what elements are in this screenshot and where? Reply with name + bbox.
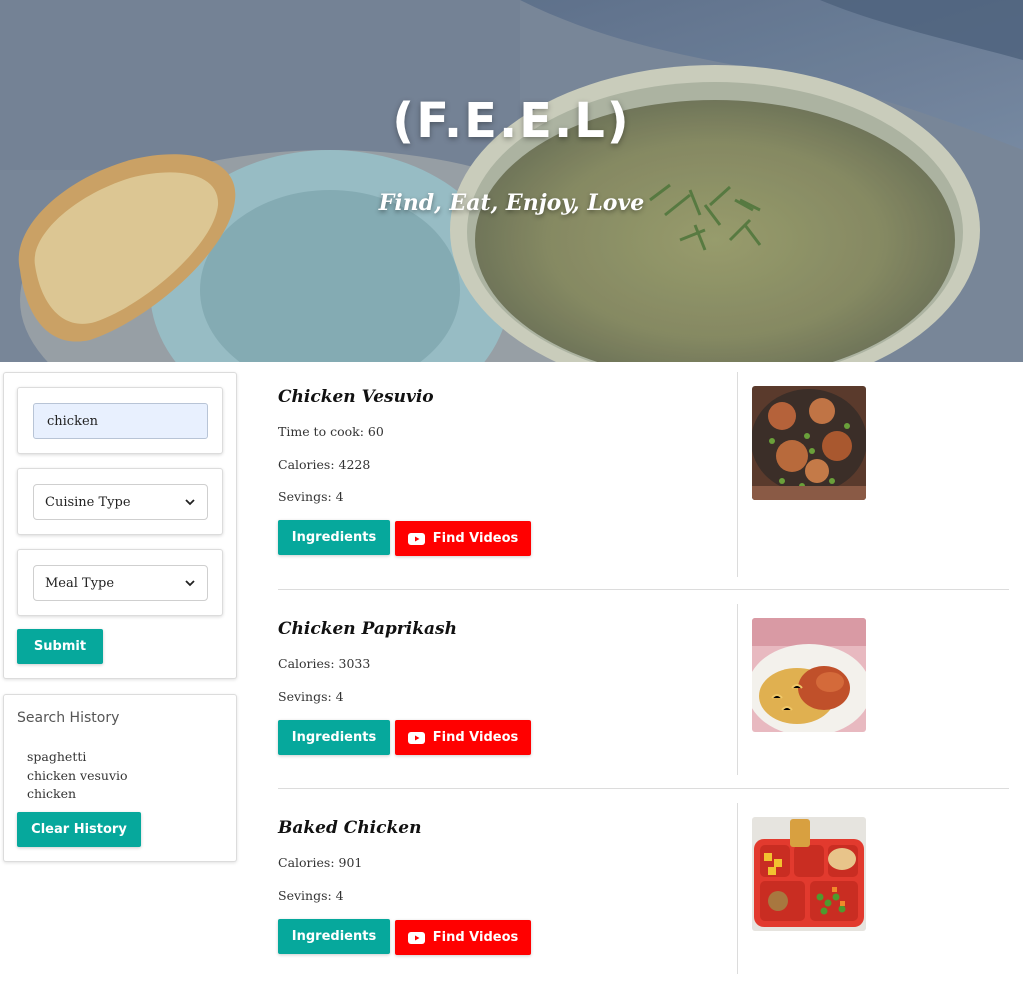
clear-history-button[interactable]: Clear History <box>17 812 141 847</box>
search-input[interactable]: chicken <box>33 403 208 439</box>
youtube-icon <box>407 532 425 545</box>
chicken-paprikash-photo-art <box>752 618 866 732</box>
hero-banner: (F.E.E.L) Find, Eat, Enjoy, Love <box>0 0 1023 362</box>
recipe-title: Chicken Vesuvio <box>278 387 434 407</box>
recipe-card: Chicken Paprikash Calories: 3033 Sevings… <box>278 604 1009 775</box>
recipe-calories: Calories: 4228 <box>278 457 371 472</box>
recipe-servings: Sevings: 4 <box>278 888 344 903</box>
recipe-servings: Sevings: 4 <box>278 689 344 704</box>
search-input-value: chicken <box>47 413 99 429</box>
recipe-divider <box>278 788 1009 789</box>
recipe-title: Chicken Paprikash <box>278 619 457 639</box>
find-videos-label: Find Videos <box>432 531 519 546</box>
history-item[interactable]: chicken vesuvio <box>27 767 128 786</box>
recipe-image-column <box>737 372 880 577</box>
recipe-cook-time: Time to cook: 60 <box>278 424 384 439</box>
history-item[interactable]: chicken <box>27 785 128 804</box>
search-history-list: spaghetti chicken vesuvio chicken <box>27 748 128 804</box>
meal-type-select[interactable]: Meal Type <box>33 565 208 601</box>
search-history-title: Search History <box>17 710 120 726</box>
cuisine-type-select[interactable]: Cuisine Type <box>33 484 208 520</box>
chevron-down-icon <box>185 580 195 587</box>
youtube-icon <box>407 731 425 744</box>
recipe-card: Baked Chicken Calories: 901 Sevings: 4 I… <box>278 803 1009 974</box>
youtube-icon <box>407 931 425 944</box>
recipe-divider <box>278 589 1009 590</box>
meal-type-value: Meal Type <box>45 575 115 591</box>
ingredients-button[interactable]: Ingredients <box>278 919 390 954</box>
ingredients-button[interactable]: Ingredients <box>278 720 390 755</box>
cuisine-field-card: Cuisine Type <box>17 468 223 535</box>
baked-chicken-photo-art <box>752 817 866 931</box>
find-videos-label: Find Videos <box>432 730 519 745</box>
ingredients-button[interactable]: Ingredients <box>278 520 390 555</box>
search-form-panel: chicken Cuisine Type Meal Type Submit <box>3 372 237 679</box>
recipe-calories: Calories: 3033 <box>278 656 371 671</box>
cuisine-type-value: Cuisine Type <box>45 494 131 510</box>
chevron-down-icon <box>185 499 195 506</box>
soup-hero-image <box>0 0 1023 362</box>
search-field-card: chicken <box>17 387 223 454</box>
chicken-vesuvio-photo-art <box>752 386 866 500</box>
recipe-servings: Sevings: 4 <box>278 489 344 504</box>
search-history-panel: Search History spaghetti chicken vesuvio… <box>3 694 237 862</box>
recipe-image-column <box>737 604 880 775</box>
chicken-paprikash-photo[interactable] <box>752 618 866 732</box>
baked-chicken-photo[interactable] <box>752 817 866 931</box>
recipe-calories: Calories: 901 <box>278 855 363 870</box>
recipe-title: Baked Chicken <box>278 818 422 838</box>
meal-field-card: Meal Type <box>17 549 223 616</box>
recipe-card: Chicken Vesuvio Time to cook: 60 Calorie… <box>278 372 1009 577</box>
history-item[interactable]: spaghetti <box>27 748 128 767</box>
find-videos-button[interactable]: Find Videos <box>395 521 531 556</box>
find-videos-button[interactable]: Find Videos <box>395 920 531 955</box>
chicken-vesuvio-photo[interactable] <box>752 386 866 500</box>
find-videos-label: Find Videos <box>432 930 519 945</box>
site-subtitle: Find, Eat, Enjoy, Love <box>378 190 645 216</box>
site-title: (F.E.E.L) <box>392 93 631 149</box>
submit-button[interactable]: Submit <box>17 629 103 664</box>
recipe-image-column <box>737 803 880 974</box>
find-videos-button[interactable]: Find Videos <box>395 720 531 755</box>
